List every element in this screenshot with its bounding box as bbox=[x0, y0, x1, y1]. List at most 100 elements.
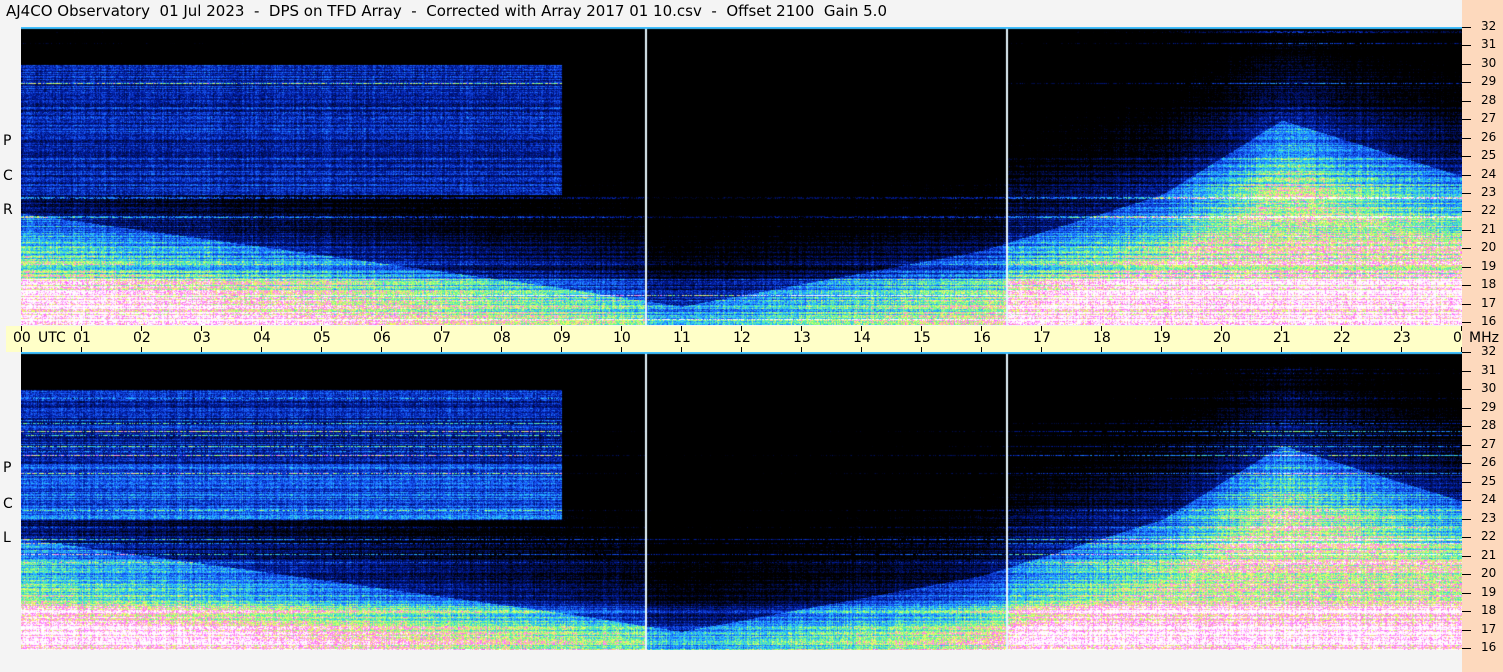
freq-tick-label: 26 bbox=[1481, 455, 1497, 469]
time-tick-label: 20 bbox=[1213, 330, 1231, 346]
time-tick bbox=[981, 347, 982, 352]
time-tick bbox=[321, 347, 322, 352]
time-tick-label: 08 bbox=[493, 330, 511, 346]
rcp-spectrogram-heatmap bbox=[21, 27, 1462, 325]
time-tick bbox=[1101, 347, 1102, 352]
freq-tick-label: 27 bbox=[1481, 111, 1497, 126]
time-tick bbox=[261, 347, 262, 352]
time-tick-label: 14 bbox=[853, 330, 871, 346]
time-tick-label: 07 bbox=[433, 330, 451, 346]
freq-tick bbox=[1462, 555, 1471, 557]
rcp-letter-r: P bbox=[3, 133, 12, 149]
freq-tick-label: 25 bbox=[1481, 473, 1497, 488]
freq-tick bbox=[1462, 592, 1471, 594]
time-tick bbox=[21, 347, 22, 352]
freq-tick-label: 22 bbox=[1481, 529, 1497, 543]
time-tick-label: 09 bbox=[553, 330, 571, 346]
rcp-letter-c: C bbox=[3, 168, 13, 184]
freq-tick bbox=[1462, 45, 1471, 47]
freq-tick bbox=[1462, 229, 1471, 231]
time-tick bbox=[1221, 347, 1222, 352]
time-tick bbox=[201, 347, 202, 352]
freq-tick bbox=[1462, 574, 1471, 575]
freq-tick-label: 17 bbox=[1481, 295, 1497, 310]
time-tick bbox=[1281, 347, 1282, 352]
freq-tick-label: 17 bbox=[1481, 621, 1497, 636]
freq-tick-label: 26 bbox=[1481, 129, 1497, 144]
freq-tick-label: 30 bbox=[1481, 55, 1497, 70]
freq-tick-label: 19 bbox=[1481, 584, 1497, 599]
lcp-letter-p: P bbox=[3, 460, 12, 476]
lcp-spectrogram-panel bbox=[21, 352, 1462, 650]
freq-tick-label: 29 bbox=[1481, 399, 1497, 414]
freq-tick-label: 31 bbox=[1481, 362, 1497, 377]
time-tick-label: 22 bbox=[1333, 330, 1351, 346]
lcp-letter-l: L bbox=[3, 530, 11, 546]
time-tick bbox=[1401, 347, 1402, 352]
time-tick bbox=[561, 347, 562, 352]
time-tick-label: 19 bbox=[1153, 330, 1171, 346]
freq-tick bbox=[1462, 611, 1471, 612]
utc-unit-label: UTC bbox=[38, 330, 66, 346]
freq-tick-label: 27 bbox=[1481, 436, 1497, 451]
time-tick-label: 10 bbox=[613, 330, 631, 346]
freq-tick bbox=[1462, 407, 1471, 409]
time-tick bbox=[501, 347, 502, 352]
freq-tick bbox=[1462, 285, 1471, 287]
freq-tick bbox=[1462, 266, 1471, 268]
freq-tick-label: 20 bbox=[1481, 240, 1497, 255]
time-tick-label: 16 bbox=[973, 330, 991, 346]
freq-tick-label: 22 bbox=[1481, 203, 1497, 218]
time-tick-label: 04 bbox=[253, 330, 271, 346]
freq-tick-label: 18 bbox=[1481, 277, 1497, 292]
freq-tick-label: 32 bbox=[1481, 344, 1497, 358]
time-tick-label: 06 bbox=[373, 330, 391, 346]
freq-tick-label: 30 bbox=[1481, 381, 1497, 395]
freq-tick-label: 23 bbox=[1481, 184, 1497, 199]
freq-tick bbox=[1462, 82, 1471, 84]
lcp-spectrogram-heatmap bbox=[21, 352, 1462, 650]
time-tick-label: 15 bbox=[913, 330, 931, 346]
time-tick-label: 11 bbox=[673, 330, 691, 346]
time-tick bbox=[441, 347, 442, 352]
time-tick-label: 13 bbox=[793, 330, 811, 346]
freq-tick bbox=[1462, 63, 1471, 65]
freq-tick-label: 28 bbox=[1481, 418, 1497, 432]
time-tick-label: 03 bbox=[193, 330, 211, 346]
freq-tick bbox=[1462, 303, 1471, 305]
freq-tick bbox=[1462, 248, 1471, 250]
freq-tick-label: 32 bbox=[1481, 19, 1497, 33]
freq-tick-label: 25 bbox=[1481, 148, 1497, 163]
time-tick bbox=[381, 347, 382, 352]
freq-tick bbox=[1462, 370, 1471, 372]
freq-tick-label: 31 bbox=[1481, 37, 1497, 52]
time-tick-label: 21 bbox=[1273, 330, 1291, 346]
freq-tick bbox=[1462, 211, 1471, 213]
time-tick bbox=[1161, 347, 1162, 352]
freq-tick bbox=[1462, 389, 1471, 390]
freq-tick bbox=[1462, 322, 1471, 323]
time-tick-label: 00 bbox=[13, 330, 31, 346]
freq-tick bbox=[1462, 648, 1471, 649]
freq-tick bbox=[1462, 426, 1471, 427]
lcp-letter-c: C bbox=[3, 496, 13, 512]
time-tick bbox=[141, 347, 142, 352]
rcp-spectrogram-panel bbox=[21, 27, 1462, 325]
freq-tick bbox=[1462, 119, 1471, 121]
freq-tick-label: 21 bbox=[1481, 547, 1497, 562]
time-tick-label: 02 bbox=[133, 330, 151, 346]
freq-tick bbox=[1462, 444, 1471, 446]
freq-tick bbox=[1462, 463, 1471, 464]
freq-tick bbox=[1462, 156, 1471, 158]
freq-tick bbox=[1462, 537, 1471, 538]
time-tick-label: 01 bbox=[73, 330, 91, 346]
freq-tick bbox=[1462, 174, 1471, 176]
freq-tick-label: 20 bbox=[1481, 566, 1497, 580]
freq-tick-label: 24 bbox=[1481, 492, 1497, 506]
freq-tick-label: 23 bbox=[1481, 510, 1497, 525]
freq-tick bbox=[1462, 518, 1471, 520]
freq-tick-label: 21 bbox=[1481, 221, 1497, 236]
freq-tick-label: 24 bbox=[1481, 166, 1497, 181]
freq-tick-label: 19 bbox=[1481, 258, 1497, 273]
time-tick bbox=[81, 347, 82, 352]
